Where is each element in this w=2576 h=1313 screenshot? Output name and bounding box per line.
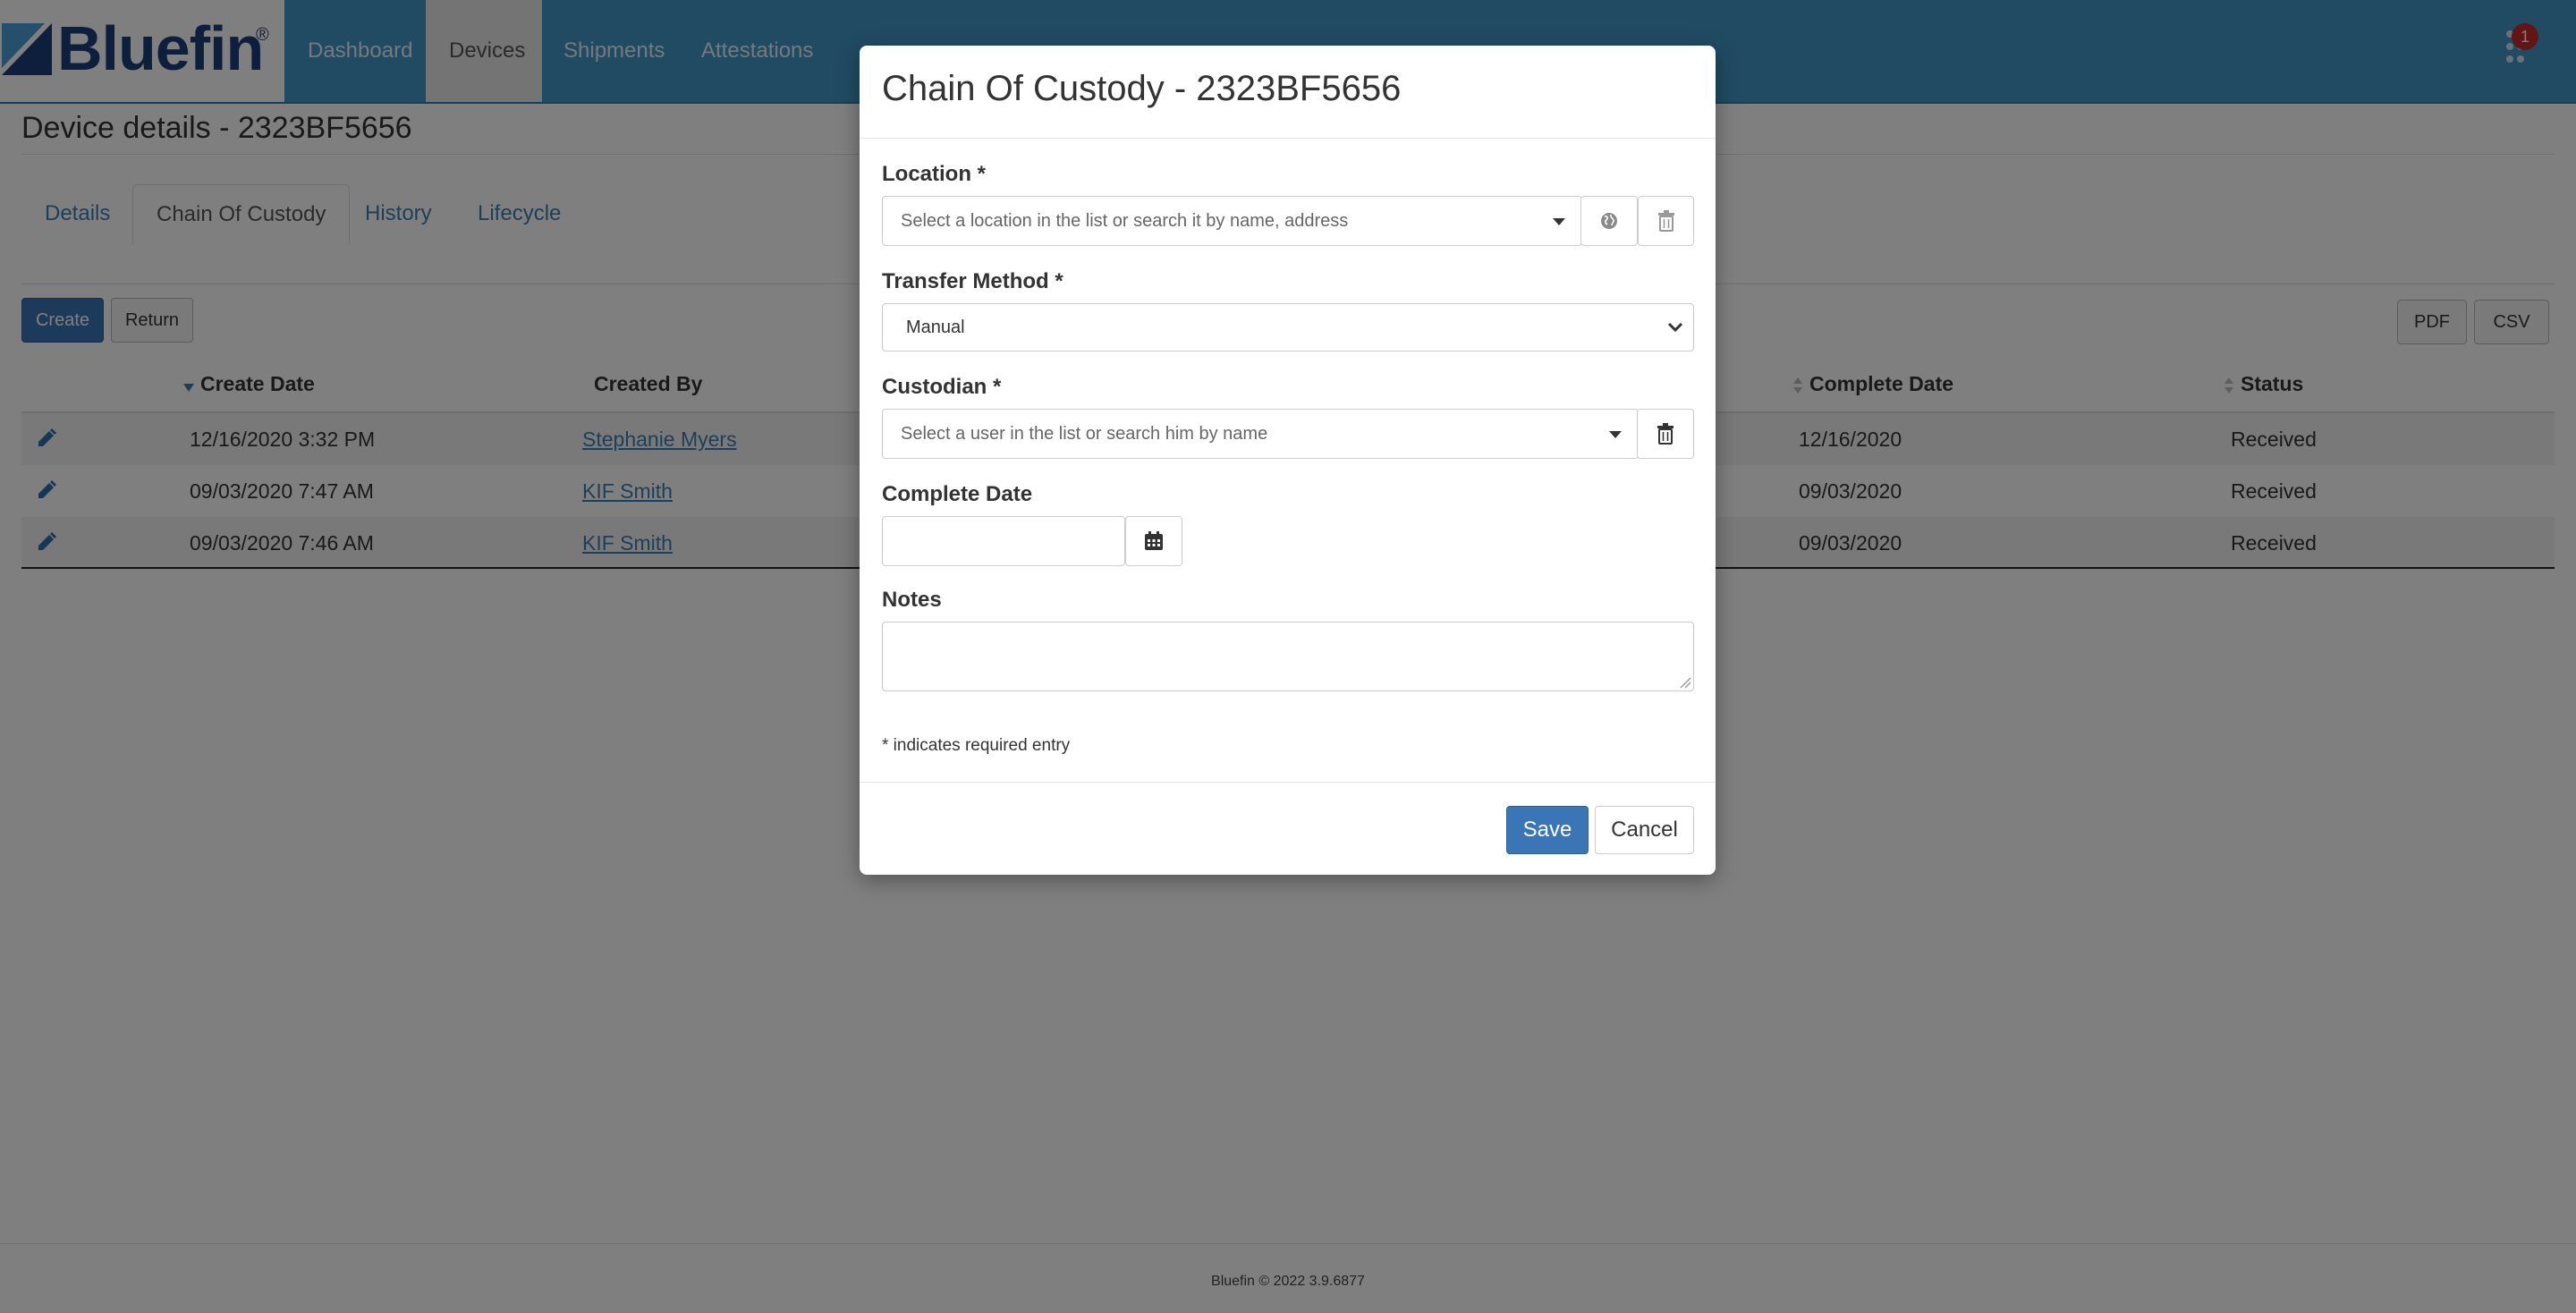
transfer-method-value: Manual: [906, 318, 965, 337]
custodian-select[interactable]: Select a user in the list or search him …: [882, 409, 1639, 459]
chevron-down-icon: [1609, 431, 1622, 438]
trash-icon: [1657, 210, 1674, 232]
dialog-footer-divider: [860, 782, 1716, 783]
date-picker-button[interactable]: [1125, 516, 1182, 566]
resize-handle-icon[interactable]: [1679, 676, 1691, 689]
custodian-label: Custodian *: [882, 375, 1002, 399]
notes-textarea[interactable]: [882, 622, 1694, 691]
notes-label: Notes: [882, 588, 942, 612]
clear-location-button[interactable]: [1638, 196, 1694, 246]
complete-date-label: Complete Date: [882, 482, 1033, 506]
transfer-method-label: Transfer Method *: [882, 269, 1063, 293]
trash-icon: [1657, 423, 1674, 445]
clear-custodian-button[interactable]: [1637, 409, 1694, 459]
complete-date-input[interactable]: [882, 516, 1125, 566]
location-label: Location *: [882, 162, 987, 186]
dialog-header-divider: [860, 138, 1716, 139]
chain-of-custody-dialog: Chain Of Custody - 2323BF5656 Location *…: [860, 46, 1716, 875]
location-select[interactable]: Select a location in the list or search …: [882, 196, 1582, 246]
cancel-button[interactable]: Cancel: [1595, 806, 1694, 854]
location-placeholder: Select a location in the list or search …: [901, 211, 1349, 231]
calendar-icon: [1145, 531, 1163, 550]
globe-icon: [1601, 213, 1617, 229]
custodian-placeholder: Select a user in the list or search him …: [901, 424, 1268, 444]
map-location-button[interactable]: [1580, 196, 1638, 246]
required-entry-note: * indicates required entry: [882, 736, 1071, 755]
save-button[interactable]: Save: [1506, 806, 1589, 854]
transfer-method-select[interactable]: Manual: [882, 303, 1694, 352]
chevron-down-icon: [1667, 322, 1683, 333]
chevron-down-icon: [1553, 218, 1565, 225]
dialog-title: Chain Of Custody - 2323BF5656: [882, 69, 1402, 108]
